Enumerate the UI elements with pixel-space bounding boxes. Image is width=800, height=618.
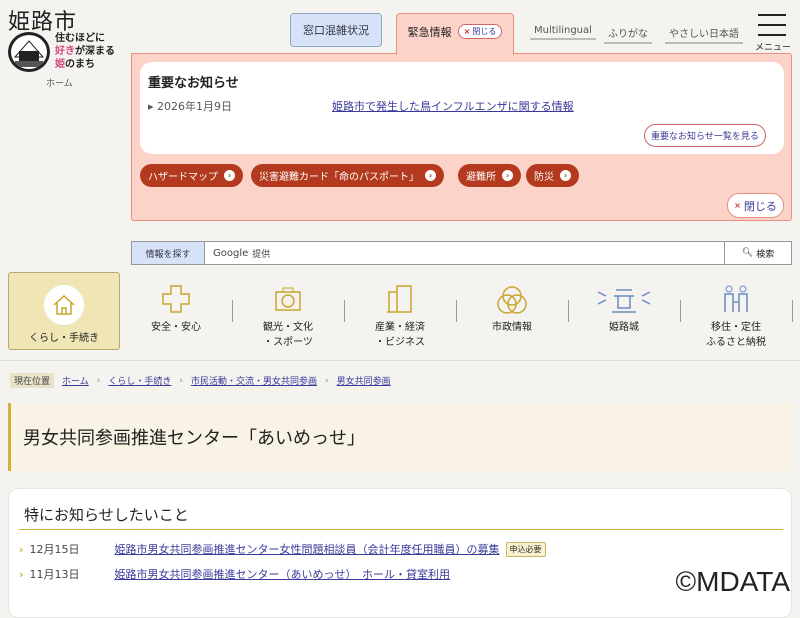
search-button[interactable]: 🔍︎ 検索 — [724, 242, 791, 264]
nav-safety[interactable]: 安全・安心 — [120, 272, 232, 350]
notice-link[interactable]: 姫路市男女共同参画推進センター（あいめっせ） ホール・貸室利用 — [115, 566, 451, 582]
slogan: 住むほどに 好きが深まる 姫のまち — [55, 33, 115, 70]
building-icon — [387, 285, 412, 313]
main-nav: くらし・手続き 安全・安心 観光・文化 ・スポーツ 産業・経済 ・ビジネス 市政情報… — [0, 272, 800, 361]
breadcrumb-gender-equality[interactable]: 男女共同参画 — [337, 374, 391, 387]
chevron-right-icon: › — [560, 170, 571, 181]
nav-himeji-castle[interactable]: 姫路城 — [568, 272, 680, 350]
notices-heading: 特にお知らせしたいこと — [24, 506, 189, 524]
city-logo-icon[interactable] — [8, 32, 50, 72]
home-link[interactable]: ホーム — [46, 76, 73, 89]
cross-icon — [162, 285, 190, 313]
breadcrumb-civic[interactable]: 市民活動・交流・男女共同参画 — [191, 374, 317, 387]
search-bar: 情報を探す Google 提供 🔍︎ 検索 — [131, 241, 792, 265]
evacuation-card-button[interactable]: 災害避難カード「命のパスポート」 › — [251, 164, 444, 187]
emergency-close-button[interactable]: × 閉じる — [727, 193, 784, 218]
close-icon: × — [734, 201, 741, 210]
tab-crowd-status[interactable]: 窓口混雑状況 — [290, 13, 382, 47]
nav-living[interactable]: くらし・手続き — [8, 272, 120, 350]
notice-link[interactable]: 姫路市男女共同参画推進センター女性問題相談員（会計年度任用職員）の募集 — [115, 541, 500, 557]
disaster-prevention-button[interactable]: 防災 › — [526, 164, 579, 187]
divider — [19, 529, 783, 530]
all-notices-button[interactable]: 重要なお知らせ一覧を見る — [644, 124, 766, 147]
search-icon: 🔍︎ — [741, 248, 754, 258]
arrow-icon: › — [19, 567, 24, 581]
list-item: › 12月15日 姫路市男女共同参画推進センター女性問題相談員（会計年度任用職員）の… — [19, 541, 546, 557]
nav-migration[interactable]: 移住・定住 ふるさと納税 — [680, 272, 792, 350]
emergency-tab-close-button[interactable]: × 閉じる — [457, 24, 503, 39]
list-item: › 11月13日 姫路市男女共同参画推進センター（あいめっせ） ホール・貸室利用 — [19, 566, 451, 582]
easy-japanese-link[interactable]: やさしい日本語 — [665, 25, 743, 44]
important-notices-box: 重要なお知らせ ▸ 2026年1月9日 姫路市で発生した鳥インフルエンザに関する… — [140, 62, 784, 154]
search-label: 情報を探す — [132, 242, 205, 264]
notices-card: 特にお知らせしたいこと › 12月15日 姫路市男女共同参画推進センター女性問題相談… — [8, 488, 792, 618]
nav-city-info[interactable]: 市政情報 — [456, 272, 568, 350]
chevron-right-icon: › — [502, 170, 513, 181]
multilingual-link[interactable]: Multilingual — [530, 25, 596, 40]
hamburger-icon — [758, 14, 786, 16]
page-title: 男女共同参画推進センター「あいめっせ」 — [8, 403, 792, 471]
breadcrumb: 現在位置 ホーム › くらし・手続き › 市民活動・交流・男女共同参画 › 男女共同参… — [10, 373, 391, 388]
close-icon: × — [463, 27, 471, 36]
breadcrumb-current-label: 現在位置 — [10, 373, 55, 388]
search-input[interactable]: Google 提供 — [205, 242, 724, 264]
family-icon — [724, 285, 748, 312]
castle-icon — [597, 289, 651, 313]
important-notices-title: 重要なお知らせ — [148, 76, 239, 91]
breadcrumb-living[interactable]: くらし・手続き — [108, 374, 171, 387]
menu-button[interactable]: メニュー — [755, 14, 791, 53]
camera-icon — [275, 287, 301, 311]
chevron-right-icon: › — [425, 170, 436, 181]
watermark: ©MDATA — [675, 566, 790, 597]
arrow-icon: › — [19, 542, 24, 556]
nav-industry[interactable]: 産業・経済 ・ビジネス — [344, 272, 456, 350]
nav-tourism[interactable]: 観光・文化 ・スポーツ — [232, 272, 344, 350]
notice-link[interactable]: 姫路市で発生した鳥インフルエンザに関する情報 — [332, 98, 574, 114]
notice-date: ▸ 2026年1月9日 — [148, 100, 233, 113]
breadcrumb-home[interactable]: ホーム — [62, 374, 89, 387]
chevron-right-icon: › — [224, 170, 235, 181]
emergency-panel: 重要なお知らせ ▸ 2026年1月9日 姫路市で発生した鳥インフルエンザに関する… — [131, 53, 792, 221]
shelter-button[interactable]: 避難所 › — [458, 164, 521, 187]
hazard-map-button[interactable]: ハザードマップ › — [140, 164, 243, 187]
house-icon — [44, 285, 84, 325]
tab-emergency[interactable]: 緊急情報 × 閉じる — [396, 13, 514, 55]
tab-emergency-label: 緊急情報 — [407, 26, 452, 39]
furigana-link[interactable]: ふりがな — [604, 25, 652, 44]
city-emblem-icon — [497, 286, 527, 314]
status-badge: 申込必要 — [505, 541, 546, 557]
